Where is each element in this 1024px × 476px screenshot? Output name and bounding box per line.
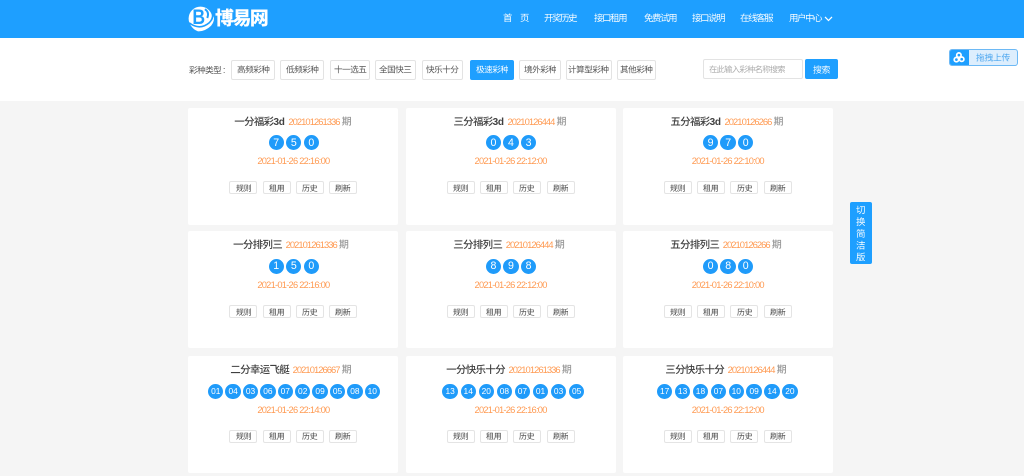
svg-text:20210126266: 20210126266 xyxy=(723,240,771,251)
svg-text:20210126266: 20210126266 xyxy=(725,116,773,127)
svg-text:20210126444: 20210126444 xyxy=(727,364,775,375)
svg-text:3d: 3d xyxy=(273,117,284,128)
svg-text:3d: 3d xyxy=(493,117,504,128)
svg-text:202101261336: 202101261336 xyxy=(508,364,560,375)
svg-text:202101261336: 202101261336 xyxy=(288,116,340,127)
svg-text:B: B xyxy=(192,5,205,29)
svg-text:3d: 3d xyxy=(710,117,721,128)
svg-text:20210126444: 20210126444 xyxy=(505,240,553,251)
svg-text:20210126667: 20210126667 xyxy=(293,364,341,375)
svg-text:202101261336: 202101261336 xyxy=(286,240,338,251)
svg-text:20210126444: 20210126444 xyxy=(508,116,556,127)
svg-text::: : xyxy=(223,65,226,75)
